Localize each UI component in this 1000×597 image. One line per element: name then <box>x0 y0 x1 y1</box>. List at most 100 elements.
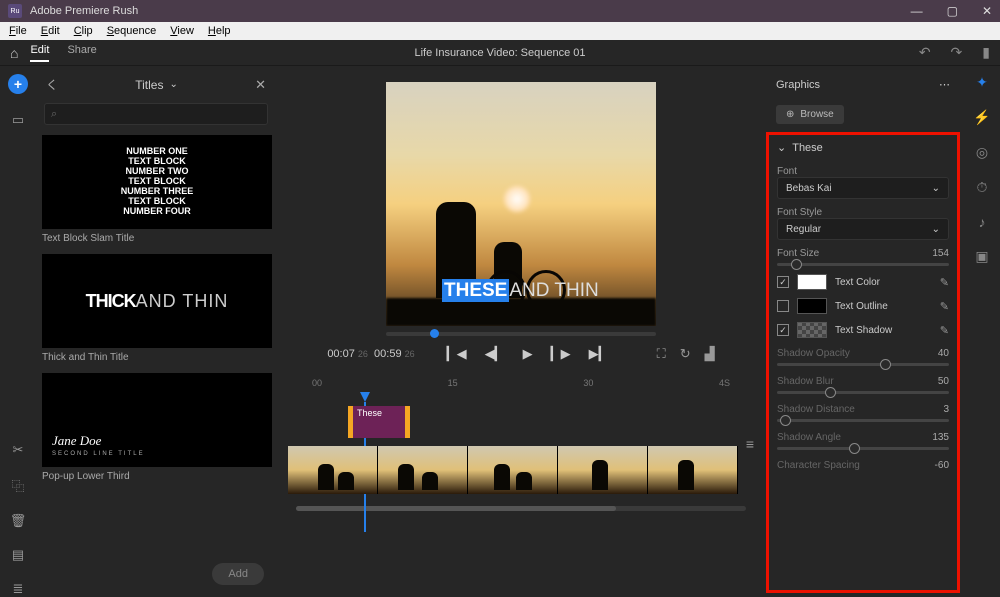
layer-name: These <box>792 142 823 154</box>
char-spacing-label: Character Spacing <box>777 460 860 471</box>
eyedropper-icon[interactable]: ✎ <box>940 300 949 313</box>
title-track[interactable]: These <box>288 406 754 438</box>
chevron-down-icon: ⌄ <box>932 224 940 235</box>
go-start-icon[interactable]: ▎◀ <box>447 346 467 362</box>
window-titlebar: Ru Adobe Premiere Rush — ▢ ✕ <box>0 0 1000 22</box>
text-outline-swatch[interactable] <box>797 298 827 314</box>
transitions-tool-icon[interactable]: ⚡ <box>973 109 990 126</box>
menu-sequence[interactable]: Sequence <box>100 25 164 37</box>
text-shadow-checkbox[interactable]: ✓ <box>777 324 789 336</box>
title-preset-label: Text Block Slam Title <box>42 233 270 244</box>
graphics-panel: Graphics ⋯ ⊕Browse ⌄ These Font Bebas Kai… <box>762 66 964 597</box>
tab-share[interactable]: Share <box>67 44 96 62</box>
step-back-icon[interactable]: ◀▎ <box>485 346 505 362</box>
chevron-down-icon: ⌄ <box>932 183 940 194</box>
loop-icon[interactable]: ↻ <box>680 346 691 362</box>
text-shadow-swatch[interactable] <box>797 322 827 338</box>
video-preview[interactable]: THESEAND THIN <box>386 82 656 326</box>
snap-icon[interactable]: ▟ <box>705 346 715 362</box>
project-icon[interactable]: ▭ <box>12 112 24 128</box>
title-preset[interactable]: NUMBER ONE TEXT BLOCK NUMBER TWO TEXT BL… <box>42 135 270 244</box>
transport-controls: 00:07 26 00:59 26 ▎◀ ◀▎ ▶ ▎▶ ▶▎ ⛶ ↻ ▟ <box>288 346 754 362</box>
step-fwd-icon[interactable]: ▎▶ <box>551 346 571 362</box>
text-color-checkbox[interactable]: ✓ <box>777 276 789 288</box>
plus-icon: ⊕ <box>786 109 794 120</box>
add-media-button[interactable]: + <box>8 74 28 94</box>
eyedropper-icon[interactable]: ✎ <box>940 276 949 289</box>
tab-edit[interactable]: Edit <box>30 44 49 62</box>
timeline-ruler: 00 15 30 4S <box>288 378 754 392</box>
transform-tool-icon[interactable]: ▣ <box>975 248 988 265</box>
left-toolrail: + ▭ ✂ ⿻ 🗑 ▤ ≣ <box>0 66 36 597</box>
text-outline-checkbox[interactable] <box>777 300 789 312</box>
play-icon[interactable]: ▶ <box>523 346 533 362</box>
font-label: Font <box>777 166 949 177</box>
title-clip[interactable]: These <box>348 406 410 438</box>
title-preset-label: Pop-up Lower Third <box>42 471 270 482</box>
font-dropdown[interactable]: Bebas Kai⌄ <box>777 177 949 199</box>
menu-file[interactable]: File <box>2 25 34 37</box>
more-icon[interactable]: ⋯ <box>939 78 950 91</box>
title-preset[interactable]: Jane Doe SECOND LINE TITLE Pop-up Lower … <box>42 373 270 482</box>
time-current: 00:07 26 00:59 26 <box>327 348 414 360</box>
titles-panel-header: Titles <box>135 78 163 92</box>
font-size-label: Font Size <box>777 248 819 259</box>
duplicate-icon[interactable]: ⿻ <box>11 476 24 495</box>
undo-icon[interactable]: ↶ <box>919 44 931 61</box>
menu-help[interactable]: Help <box>201 25 238 37</box>
minimize-button[interactable]: — <box>911 4 923 18</box>
speed-tool-icon[interactable]: ⏱ <box>977 179 988 196</box>
app-topbar: ⌂ Edit Share Life Insurance Video: Seque… <box>0 40 1000 66</box>
timeline: 00 15 30 4S These <box>288 378 754 511</box>
app-name: Adobe Premiere Rush <box>30 5 138 17</box>
title-overlay[interactable]: THESEAND THIN <box>442 280 599 302</box>
preview-scrubber[interactable] <box>386 332 656 336</box>
app-icon: Ru <box>8 4 22 18</box>
eyedropper-icon[interactable]: ✎ <box>940 324 949 337</box>
menu-edit[interactable]: Edit <box>34 25 67 37</box>
shadow-blur-label: Shadow Blur <box>777 376 834 387</box>
add-button[interactable]: Add <box>212 563 264 585</box>
home-icon[interactable]: ⌂ <box>10 45 18 61</box>
shadow-opacity-label: Shadow Opacity <box>777 348 850 359</box>
right-toolrail: ✦ ⚡ ◎ ⏱ ♪ ▣ <box>964 66 1000 597</box>
menu-view[interactable]: View <box>163 25 201 37</box>
track-icon[interactable]: ▤ <box>12 547 24 563</box>
title-preset[interactable]: THICKAND THIN Thick and Thin Title <box>42 254 270 363</box>
graphics-header: Graphics <box>776 79 820 91</box>
font-style-dropdown[interactable]: Regular⌄ <box>777 218 949 240</box>
shadow-opacity-slider[interactable] <box>777 363 949 366</box>
list-icon[interactable]: ≣ <box>13 581 24 597</box>
maximize-button[interactable]: ▢ <box>947 4 958 18</box>
browse-button[interactable]: ⊕Browse <box>776 105 844 124</box>
menu-bar: File Edit Clip Sequence View Help <box>0 22 1000 40</box>
shadow-angle-slider[interactable] <box>777 447 949 450</box>
color-tool-icon[interactable]: ◎ <box>976 144 988 161</box>
go-end-icon[interactable]: ▶▎ <box>589 346 609 362</box>
back-icon[interactable]: く <box>46 76 58 93</box>
title-preset-label: Thick and Thin Title <box>42 352 270 363</box>
delete-icon[interactable]: 🗑 <box>10 513 27 529</box>
fullscreen-icon[interactable]: ⛶ <box>657 346 666 362</box>
scissors-icon[interactable]: ✂ <box>13 442 24 458</box>
comment-icon[interactable]: ▮ <box>982 44 990 61</box>
audio-tool-icon[interactable]: ♪ <box>979 214 986 230</box>
font-style-label: Font Style <box>777 207 949 218</box>
titles-tool-icon[interactable]: ✦ <box>976 74 988 91</box>
chevron-down-icon[interactable]: ⌄ <box>777 141 786 154</box>
document-title: Life Insurance Video: Sequence 01 <box>414 47 585 59</box>
search-input[interactable]: ⌕ <box>44 103 268 125</box>
playhead[interactable] <box>360 392 370 402</box>
shadow-distance-label: Shadow Distance <box>777 404 855 415</box>
redo-icon[interactable]: ↷ <box>951 44 963 61</box>
video-track[interactable] <box>288 446 754 494</box>
font-size-value[interactable]: 154 <box>932 248 949 259</box>
font-size-slider[interactable] <box>777 263 949 266</box>
close-button[interactable]: ✕ <box>982 4 992 18</box>
chevron-down-icon[interactable]: ⌄ <box>169 79 177 90</box>
shadow-distance-slider[interactable] <box>777 419 949 422</box>
close-panel-icon[interactable]: ✕ <box>255 77 266 93</box>
shadow-blur-slider[interactable] <box>777 391 949 394</box>
menu-clip[interactable]: Clip <box>67 25 100 37</box>
text-color-swatch[interactable] <box>797 274 827 290</box>
